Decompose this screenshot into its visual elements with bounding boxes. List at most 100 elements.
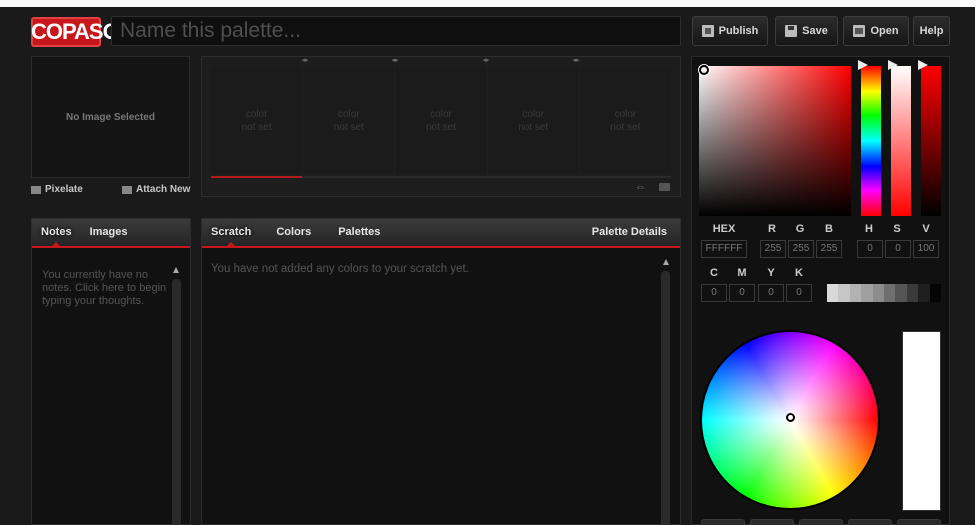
hue-slider[interactable] [861,66,881,216]
help-button[interactable]: Help [913,16,950,46]
copaso-logo[interactable]: COPASO [31,17,120,47]
h-input[interactable]: 0 [857,240,883,258]
swatch-4[interactable]: color not set [488,67,580,174]
publish-icon [701,25,714,37]
swatch-resize-handle[interactable]: ◂▸ [300,57,310,64]
grey-swatch[interactable] [918,284,930,302]
save-button[interactable]: Save [775,16,838,46]
swatch-1[interactable]: color not set [211,67,304,174]
b-input[interactable]: 255 [816,240,842,258]
grey-swatch[interactable] [906,284,919,302]
grey-swatch[interactable] [895,284,907,302]
publish-button[interactable]: Publish [692,16,768,46]
pixelate-button[interactable]: Pixelate [31,184,83,195]
m-input[interactable]: 0 [729,284,755,302]
r-input[interactable]: 255 [760,240,786,258]
swatch-5-label: color not set [610,108,641,133]
tab-colors[interactable]: Colors [260,219,320,246]
c-input[interactable]: 0 [701,284,727,302]
wheel-cursor[interactable] [786,413,795,422]
swatch-1-label: color not set [241,108,272,133]
v-input[interactable]: 100 [913,240,939,258]
notes-empty-text[interactable]: You currently have no notes. Click here … [42,269,167,308]
swatch-row: color not set color not set color not se… [211,67,671,174]
swatch-4-label: color not set [518,108,549,133]
no-image-text: No Image Selected [66,111,155,123]
scroll-up-arrow-icon[interactable] [663,259,669,265]
grey-swatch[interactable] [838,284,850,302]
swatch-2[interactable]: color not set [303,67,396,174]
y-label: Y [767,267,775,279]
toggle-icon[interactable] [659,183,670,191]
palette-name-input[interactable] [111,16,681,46]
grey-swatch[interactable] [929,284,941,302]
swatch-2-label: color not set [333,108,364,133]
scroll-up-arrow-icon[interactable] [173,267,179,273]
v-label: V [922,223,930,235]
swatch-3-label: color not set [425,108,457,133]
saturation-knob[interactable] [888,60,898,70]
r-label: R [768,223,776,235]
g-label: G [795,223,805,235]
publish-label: Publish [718,25,759,37]
tab-palettes[interactable]: Palettes [320,219,389,246]
scratch-tabbar: Scratch Colors Palettes Palette Details [202,219,680,248]
grey-swatch[interactable] [884,284,896,302]
notes-scrollbar[interactable] [172,279,181,525]
value-slider[interactable] [921,66,941,216]
tab-notes[interactable]: Notes [32,219,81,247]
bottom-button[interactable] [799,519,843,525]
bottom-button[interactable] [701,519,745,525]
g-input[interactable]: 255 [788,240,814,258]
saturation-slider[interactable] [891,66,911,216]
swatch-scrollbar[interactable] [211,176,671,178]
palette-details-button[interactable]: Palette Details [583,219,680,246]
scratch-scrollbar[interactable] [661,271,670,525]
hue-knob[interactable] [858,60,868,70]
bottom-button[interactable] [848,519,892,525]
swatch-scroll-thumb[interactable] [211,176,302,178]
grey-swatch[interactable] [849,284,862,302]
swatch-resize-handle[interactable]: ◂▸ [390,57,400,64]
hex-input[interactable]: FFFFFF [701,240,747,258]
sv-cursor[interactable] [699,65,709,75]
attach-new-button[interactable]: Attach New [122,184,190,195]
bottom-button[interactable] [750,519,794,525]
notes-tabbar: Notes Images [32,219,190,248]
c-label: C [710,267,718,279]
saturation-value-field[interactable] [699,66,851,216]
swatch-resize-handle[interactable]: ◂▸ [481,57,491,64]
y-input[interactable]: 0 [758,284,784,302]
expand-arrows-icon[interactable]: ⇔ [635,181,646,193]
k-label: K [795,267,803,279]
save-icon [785,25,798,37]
tab-images[interactable]: Images [81,219,137,246]
value-knob[interactable] [918,60,928,70]
image-preview[interactable]: No Image Selected [31,56,190,178]
grey-swatch[interactable] [861,284,873,302]
tab-scratch[interactable]: Scratch [202,219,260,247]
grey-swatch[interactable] [872,284,884,302]
current-color-preview [902,331,941,511]
swatch-3[interactable]: color not set [395,67,488,174]
top-strip [0,0,975,7]
hex-label: HEX [712,223,736,235]
m-label: M [737,267,747,279]
pixelate-icon [31,185,41,194]
open-icon [853,25,866,37]
scratch-empty-text: You have not added any colors to your sc… [211,263,469,275]
notes-panel: Notes Images You currently have no notes… [31,218,191,525]
swatch-5[interactable]: color not set [580,67,671,174]
grey-swatch[interactable] [827,284,839,302]
swatch-resize-handle[interactable]: ◂▸ [571,57,581,64]
s-label: S [893,223,901,235]
attach-new-label: Attach New [136,184,191,195]
save-label: Save [802,25,828,37]
pixelate-label: Pixelate [45,184,83,195]
attach-icon [122,185,132,194]
b-label: B [825,223,833,235]
k-input[interactable]: 0 [786,284,812,302]
s-input[interactable]: 0 [885,240,911,258]
open-button[interactable]: Open [843,16,909,46]
bottom-button[interactable] [897,519,941,525]
